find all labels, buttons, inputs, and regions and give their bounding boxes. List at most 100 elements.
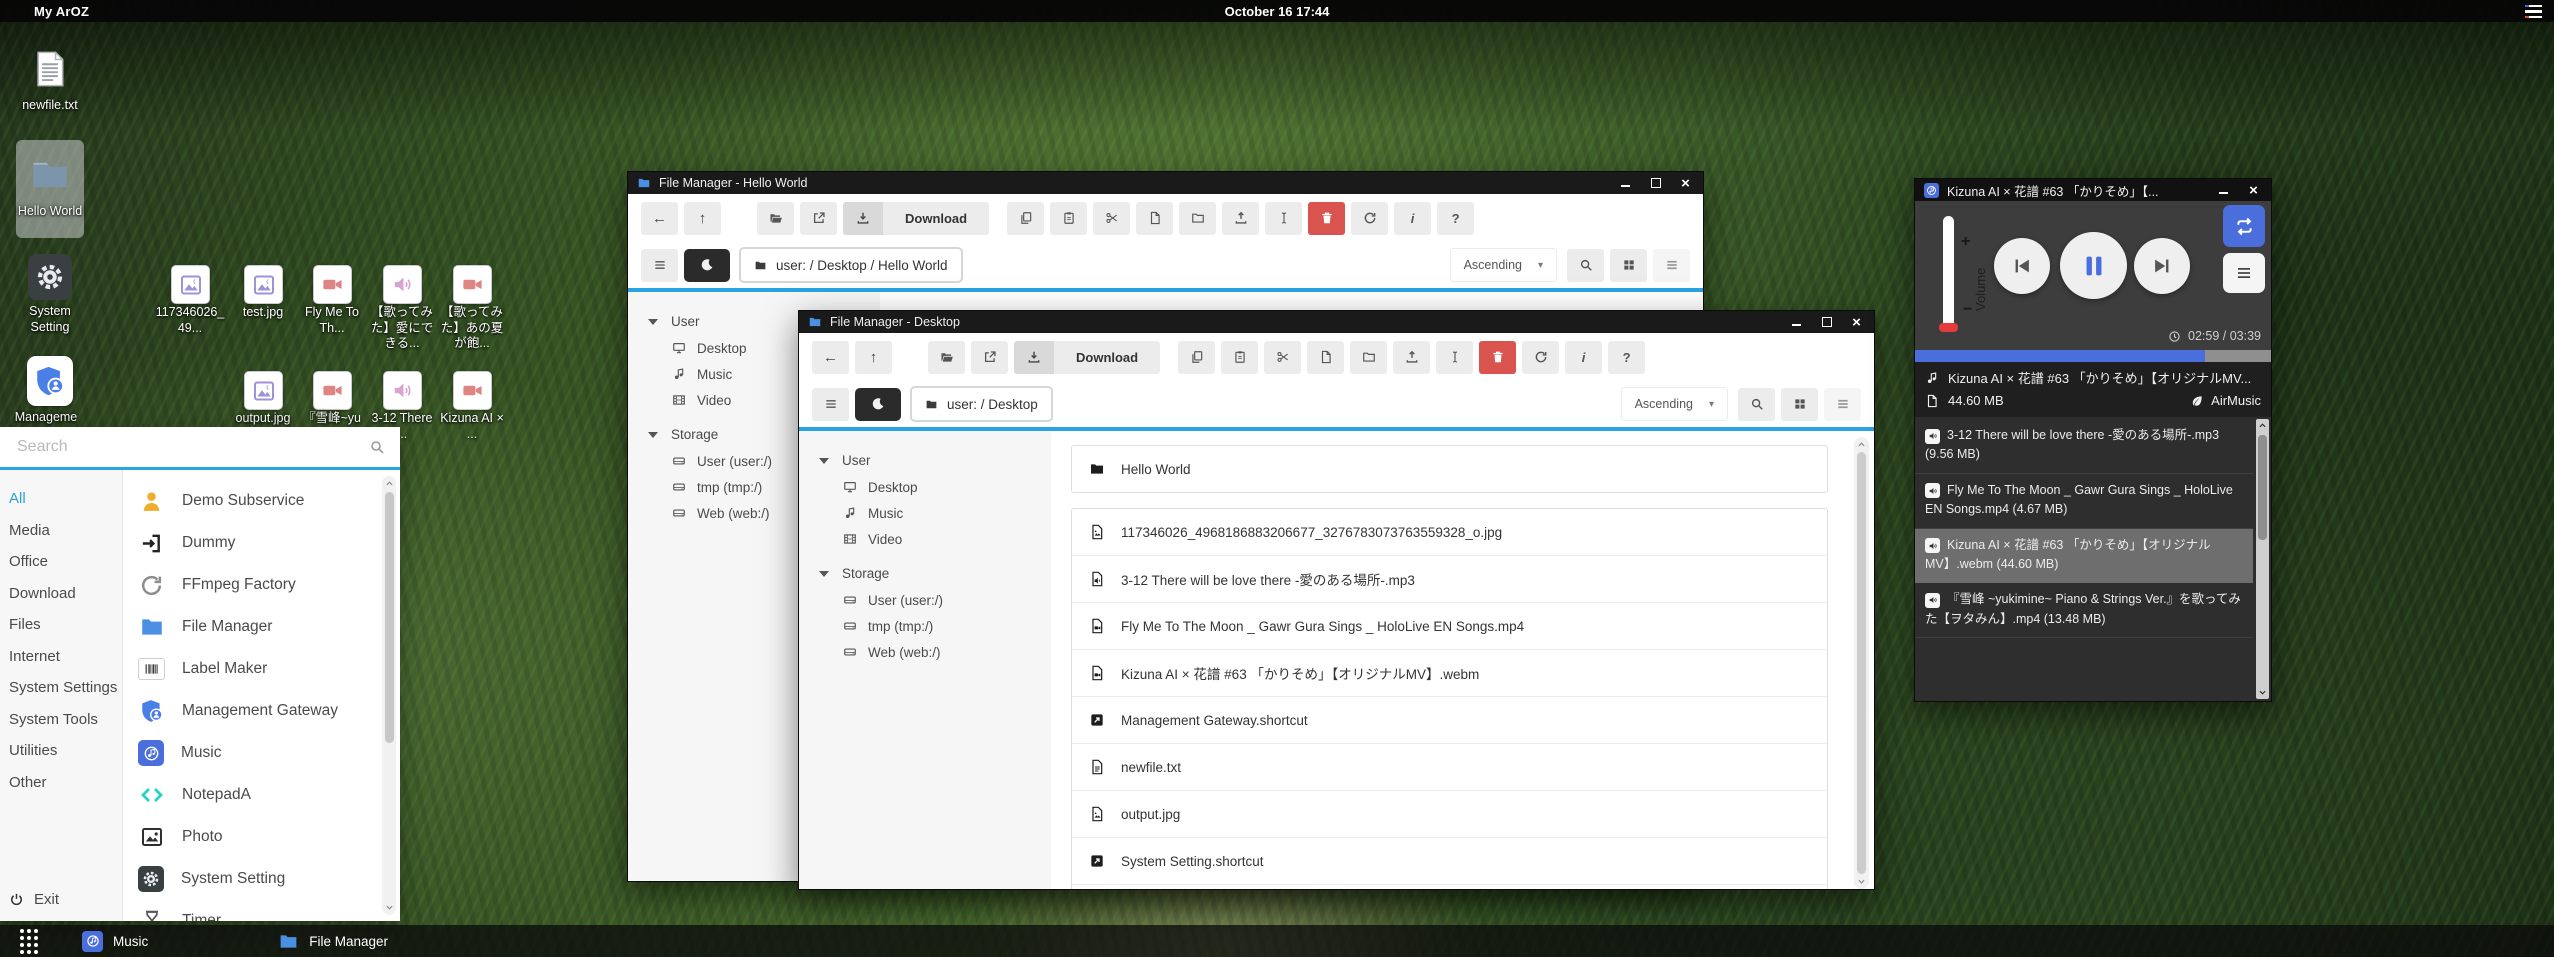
minimize-button[interactable]	[2217, 184, 2230, 197]
paste-button[interactable]	[1221, 341, 1258, 374]
grid-view-button[interactable]	[1781, 388, 1818, 421]
scroll-up-icon[interactable]	[1857, 440, 1866, 449]
desktop-icon-image-file[interactable]	[244, 371, 283, 410]
info-button[interactable]: i	[1565, 341, 1602, 374]
playlist-item[interactable]: 『雪峰 ~yukimine~ Piano & Strings Ver.』を歌って…	[1915, 583, 2253, 638]
scroll-down-icon[interactable]	[385, 903, 394, 912]
scrollbar-thumb[interactable]	[1857, 452, 1866, 874]
app-item-ffmpeg-factory[interactable]: FFmpeg Factory	[138, 564, 370, 606]
info-button[interactable]: i	[1394, 202, 1431, 235]
scrollbar-vertical[interactable]	[1854, 437, 1869, 889]
desktop-icon-label[interactable]: Fly Me To Th...	[296, 305, 368, 336]
desktop-icon-label[interactable]: 【歌ってみた】愛にできる...	[366, 305, 438, 352]
scroll-down-icon[interactable]	[2258, 688, 2267, 697]
file-row-folder[interactable]: Hello World	[1072, 446, 1827, 492]
app-item-dummy[interactable]: Dummy	[138, 522, 370, 564]
new-folder-button[interactable]	[1350, 341, 1387, 374]
scroll-down-icon[interactable]	[1857, 877, 1866, 886]
next-track-button[interactable]	[2134, 238, 2190, 294]
app-item-label-maker[interactable]: Label Maker	[138, 648, 370, 690]
sort-dropdown[interactable]: Ascending ▾	[1621, 387, 1728, 421]
open-button[interactable]	[928, 341, 965, 374]
sidebar-item-user-drive[interactable]: User (user:/)	[799, 587, 1051, 613]
category-internet[interactable]: Internet	[0, 641, 122, 673]
volume-up-label[interactable]: +	[1961, 233, 1970, 251]
copy-button[interactable]	[1007, 202, 1044, 235]
close-button[interactable]: ×	[2247, 184, 2260, 197]
list-toggle-button[interactable]	[641, 249, 678, 282]
file-row[interactable]	[1072, 884, 1827, 889]
desktop-icon-label[interactable]: newfile.txt	[14, 98, 86, 114]
file-row[interactable]: 117346026_4968186883206677_3276783073763…	[1072, 509, 1827, 555]
desktop-icon-label[interactable]: System Setting	[14, 304, 86, 335]
file-row[interactable]: output.jpg	[1072, 790, 1827, 837]
scroll-up-icon[interactable]	[385, 479, 394, 488]
scroll-up-icon[interactable]	[2258, 421, 2267, 430]
app-item-music[interactable]: Music	[138, 732, 370, 774]
close-button[interactable]: ×	[1850, 316, 1863, 329]
hamburger-icon[interactable]	[2525, 5, 2542, 18]
launcher-grid-icon[interactable]	[20, 929, 38, 954]
delete-button[interactable]	[1308, 202, 1345, 235]
file-row[interactable]: Management Gateway.shortcut	[1072, 696, 1827, 743]
minimize-button[interactable]	[1790, 316, 1803, 329]
exit-button[interactable]: Exit	[0, 891, 122, 908]
desktop-icon-system-setting[interactable]	[28, 254, 72, 300]
app-item-management-gateway[interactable]: Management Gateway	[138, 690, 370, 732]
search-input[interactable]	[15, 437, 369, 457]
app-item-demo-subservice[interactable]: Demo Subservice	[138, 480, 370, 522]
volume-slider-thumb[interactable]	[1939, 323, 1958, 332]
category-system-settings[interactable]: System Settings	[0, 672, 122, 704]
list-view-button[interactable]	[1824, 388, 1861, 421]
desktop-icon-label[interactable]: Kizuna AI × ...	[436, 411, 508, 442]
sidebar-section-storage[interactable]: Storage	[799, 560, 1051, 587]
playlist-item[interactable]: Fly Me To The Moon _ Gawr Gura Sings _ H…	[1915, 474, 2253, 529]
close-button[interactable]: ×	[1679, 177, 1692, 190]
app-item-timer[interactable]: Timer	[138, 900, 370, 921]
dark-mode-button[interactable]	[855, 388, 901, 421]
breadcrumb[interactable]: user: / Desktop	[910, 386, 1053, 422]
rename-button[interactable]	[1265, 202, 1302, 235]
sidebar-section-user[interactable]: User	[799, 447, 1051, 474]
search-button[interactable]	[1567, 249, 1604, 282]
scrollbar-vertical[interactable]	[2256, 419, 2269, 699]
upload-button[interactable]	[1393, 341, 1430, 374]
minimize-button[interactable]	[1619, 177, 1632, 190]
desktop-icon-label[interactable]: test.jpg	[227, 305, 299, 321]
desktop-icon-video-file[interactable]	[313, 371, 352, 410]
desktop-icon-label[interactable]: Manageme	[10, 410, 82, 426]
category-other[interactable]: Other	[0, 767, 122, 799]
up-button[interactable]: ↑	[855, 341, 892, 374]
file-row[interactable]: System Setting.shortcut	[1072, 837, 1827, 884]
download-button[interactable]: Download	[843, 202, 989, 235]
category-download[interactable]: Download	[0, 578, 122, 610]
title-bar[interactable]: File Manager - Hello World ×	[628, 172, 1703, 194]
text-file-icon[interactable]	[31, 46, 69, 92]
taskbar-item-file-manager[interactable]: File Manager	[278, 931, 388, 952]
desktop-icon-audio-file[interactable]	[383, 265, 422, 304]
search-button[interactable]	[1738, 388, 1775, 421]
search-icon[interactable]	[369, 439, 385, 455]
desktop-icon-video-file[interactable]	[313, 265, 352, 304]
desktop-icon-image-file[interactable]	[244, 265, 283, 304]
desktop-icon-label[interactable]: 117346026_49...	[154, 305, 226, 336]
open-button[interactable]	[757, 202, 794, 235]
rename-button[interactable]	[1436, 341, 1473, 374]
title-bar[interactable]: File Manager - Desktop ×	[799, 311, 1874, 333]
file-row[interactable]: Fly Me To The Moon _ Gawr Gura Sings _ H…	[1072, 602, 1827, 649]
category-system-tools[interactable]: System Tools	[0, 704, 122, 736]
maximize-button[interactable]	[1649, 177, 1662, 190]
upload-button[interactable]	[1222, 202, 1259, 235]
breadcrumb[interactable]: user: / Desktop / Hello World	[739, 247, 963, 283]
desktop-icon-audio-file[interactable]	[383, 371, 422, 410]
title-bar[interactable]: Kizuna AI × 花譜 #63 「かりそめ」【... ×	[1915, 179, 2271, 201]
taskbar-item-music[interactable]: Music	[82, 931, 148, 952]
app-item-system-setting[interactable]: System Setting	[138, 858, 370, 900]
pause-button[interactable]	[2060, 232, 2127, 299]
file-row[interactable]: 3-12 There will be love there -愛のある場所-.m…	[1072, 555, 1827, 602]
refresh-button[interactable]	[1522, 341, 1559, 374]
sidebar-item-web-drive[interactable]: Web (web:/)	[799, 639, 1051, 665]
help-button[interactable]: ?	[1437, 202, 1474, 235]
cut-button[interactable]	[1264, 341, 1301, 374]
sidebar-item-video[interactable]: Video	[799, 526, 1051, 552]
